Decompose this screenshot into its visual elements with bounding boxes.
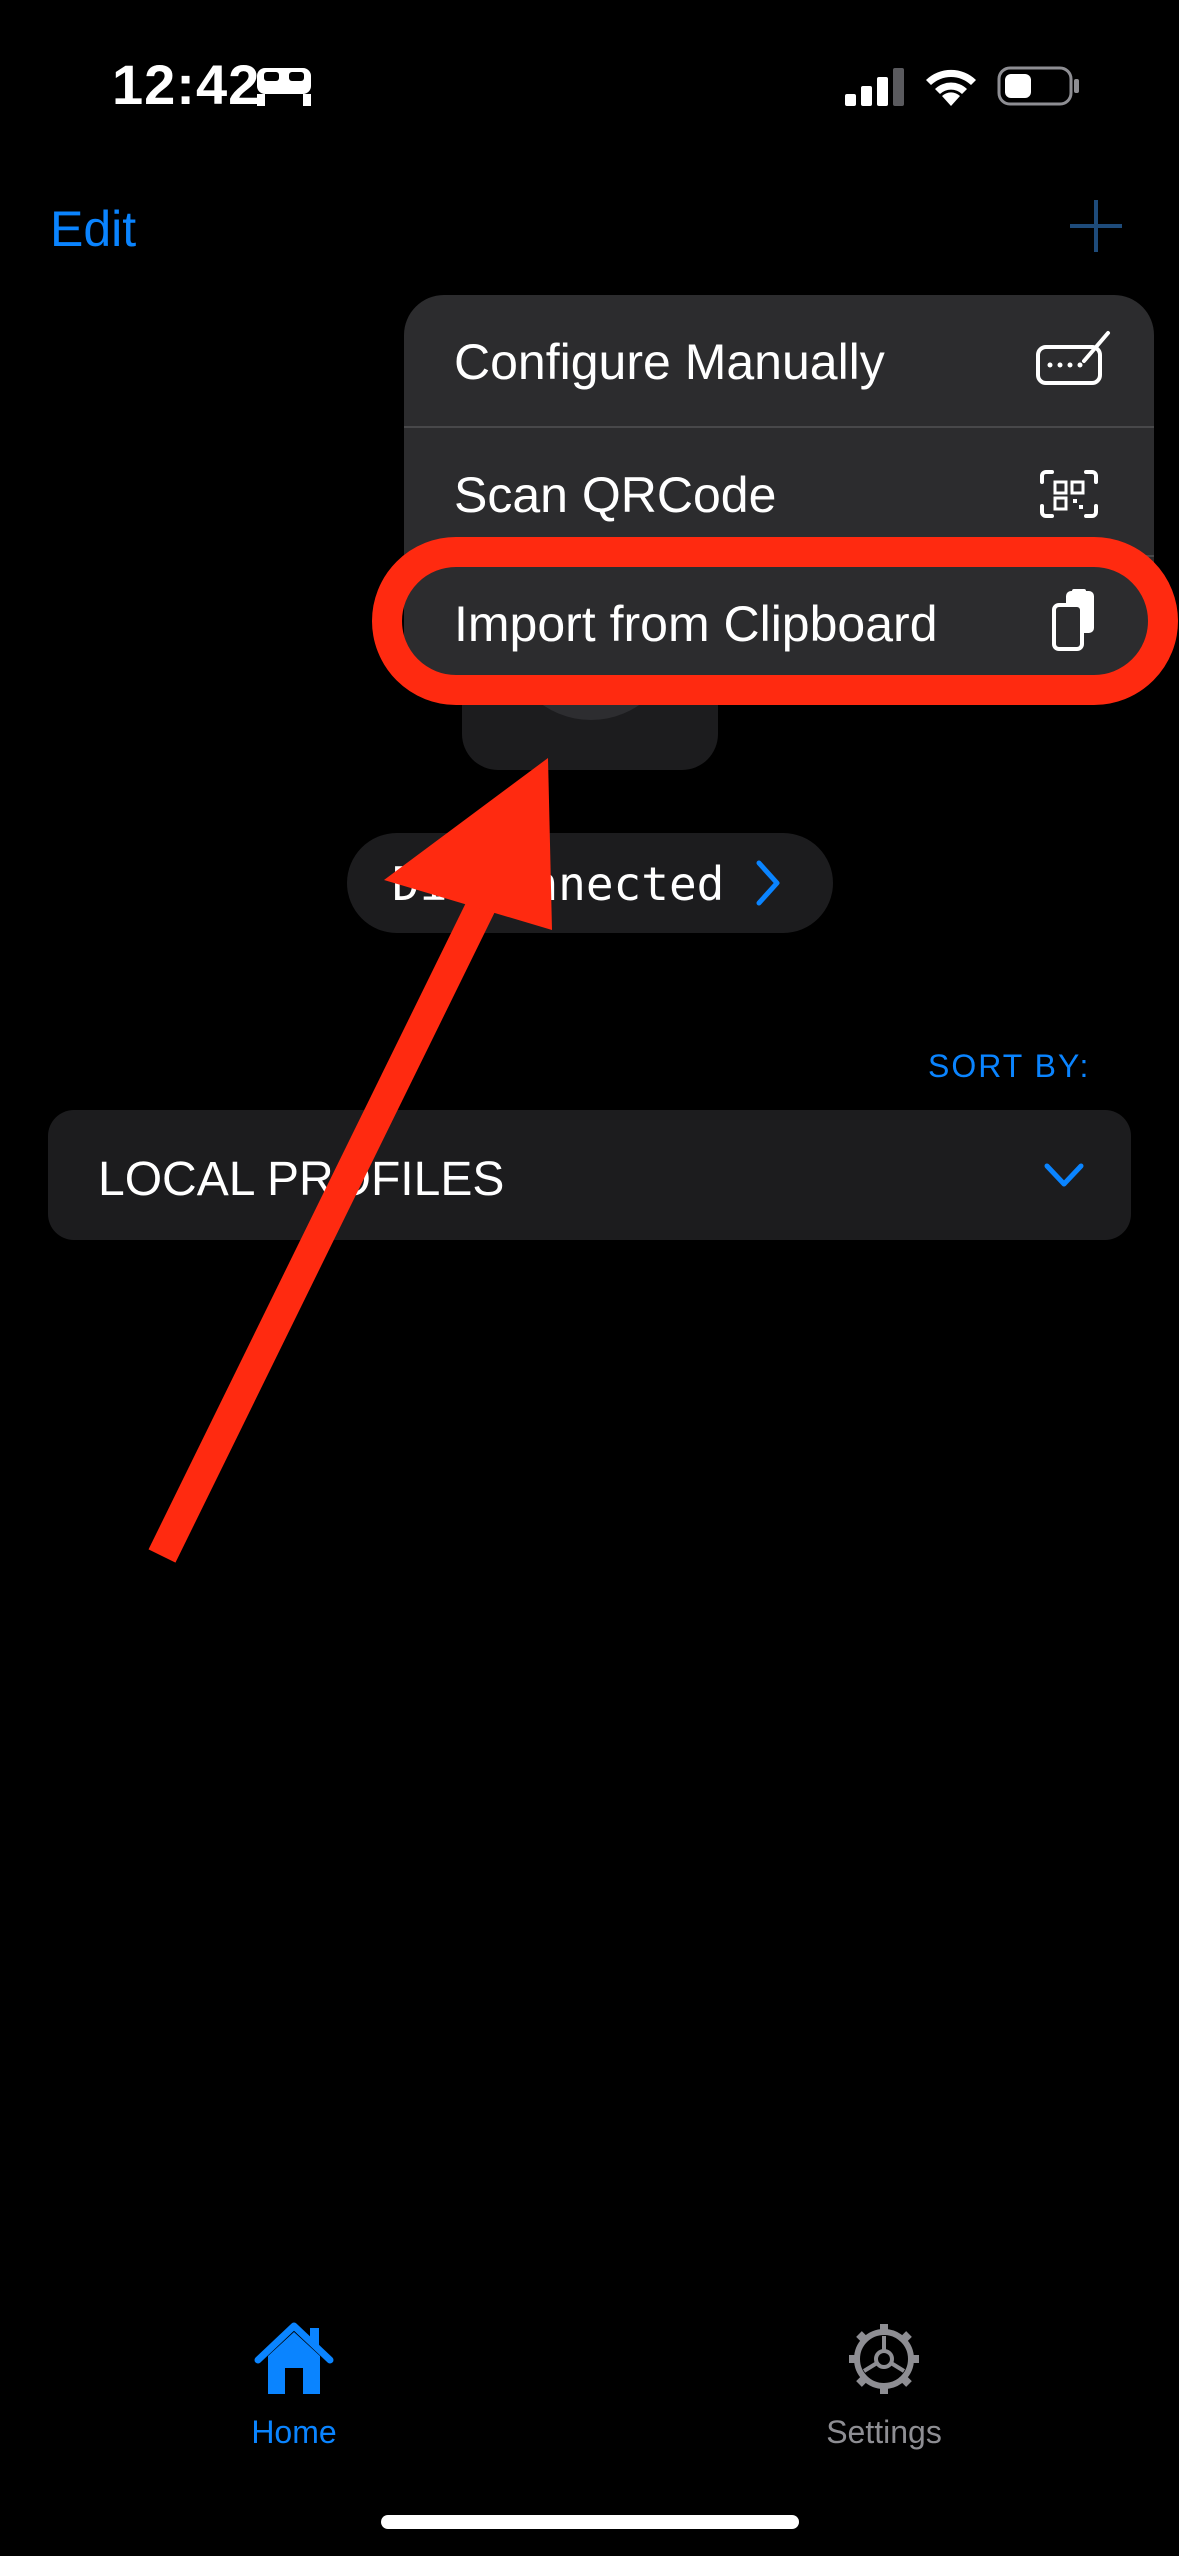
battery-icon <box>997 66 1079 106</box>
edit-button[interactable]: Edit <box>50 200 136 258</box>
status-time: 12:42 <box>112 53 261 116</box>
menu-item-label: Scan QRCode <box>454 467 777 523</box>
menu-item-label: Configure Manually <box>454 334 885 390</box>
wifi-icon <box>926 69 976 106</box>
tab-home[interactable]: Home <box>174 2320 414 2460</box>
house-icon <box>254 2322 334 2394</box>
keyboard-edit-icon <box>1036 331 1110 385</box>
sort-by-button[interactable]: SORT BY: <box>928 1048 1090 1085</box>
plus-icon[interactable] <box>1066 196 1126 256</box>
annotation-highlight-ring <box>372 537 1178 705</box>
menu-item-configure-manually[interactable]: Configure Manually <box>404 295 1154 426</box>
gear-icon <box>849 2324 919 2394</box>
qrcode-scan-icon <box>1040 470 1098 518</box>
chevron-right-icon <box>756 860 780 906</box>
tab-settings[interactable]: Settings <box>764 2320 1004 2460</box>
connection-status-button[interactable]: Disconnected <box>347 833 833 933</box>
tab-settings-label: Settings <box>826 2414 942 2450</box>
local-profiles-label: LOCAL PROFILES <box>98 1153 505 1206</box>
chevron-down-icon <box>1044 1163 1084 1187</box>
bed-icon <box>257 68 311 106</box>
tab-home-label: Home <box>251 2414 337 2450</box>
connection-status-label: Disconnected <box>392 857 725 911</box>
home-indicator[interactable] <box>381 2515 799 2529</box>
local-profiles-header[interactable]: LOCAL PROFILES <box>48 1110 1131 1240</box>
cellular-signal-icon <box>845 68 904 106</box>
